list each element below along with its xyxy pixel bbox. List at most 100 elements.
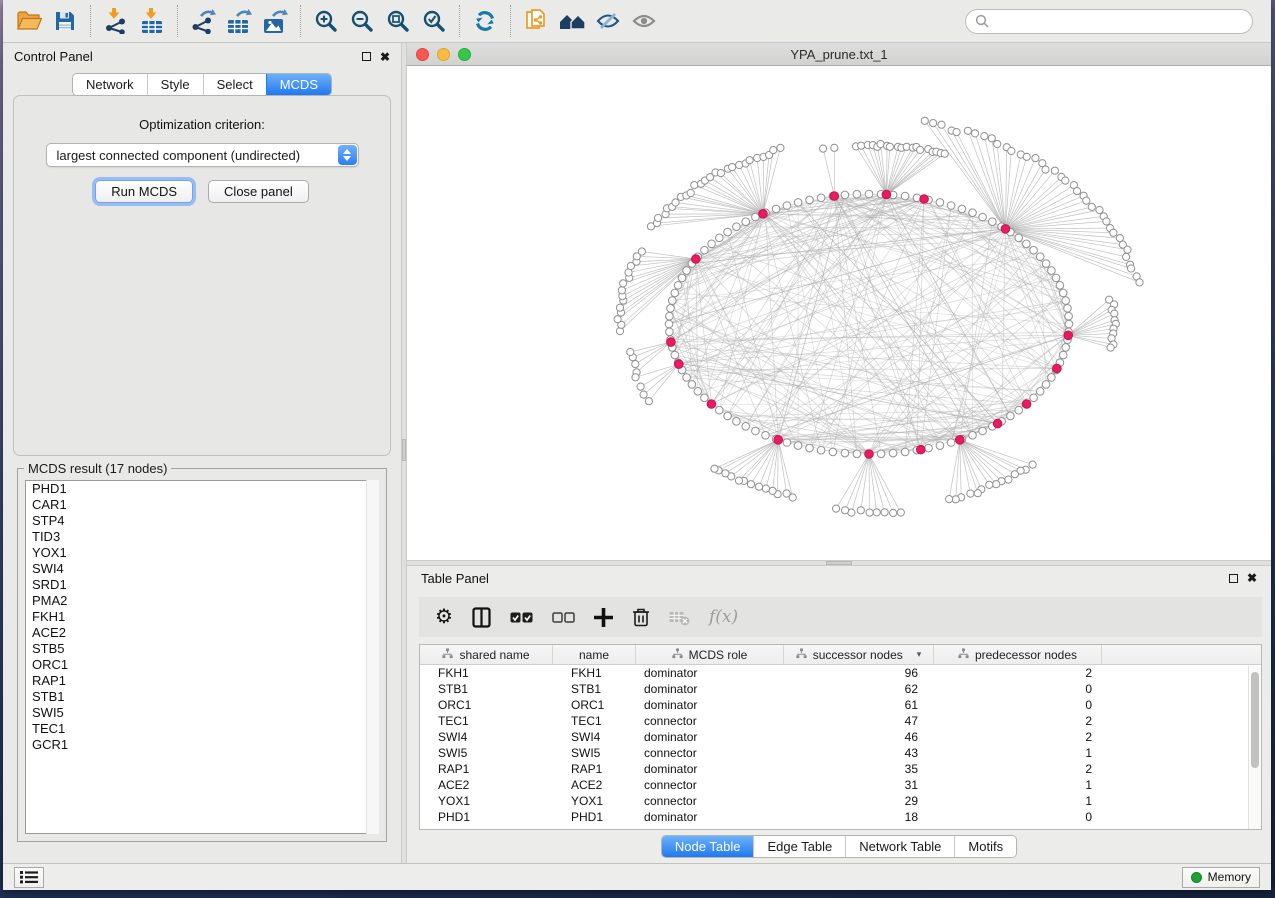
column-type-icon (672, 648, 683, 662)
cell-predecessor-nodes: 0 (934, 810, 1102, 824)
toolbar-separator (510, 5, 511, 37)
mcds-result-item[interactable]: CAR1 (26, 497, 378, 513)
criterion-selected-value: largest connected component (undirected) (57, 148, 301, 163)
zoom-in-button[interactable] (308, 3, 344, 39)
table-row[interactable]: PHD1PHD1dominator180 (420, 809, 1261, 825)
table-row[interactable]: YOX1YOX1connector291 (420, 793, 1261, 809)
table-settings-gear-icon[interactable]: ⚙ (435, 607, 453, 627)
tab-edge-table[interactable]: Edge Table (753, 836, 845, 857)
table-row[interactable]: FKH1FKH1dominator962 (420, 665, 1261, 681)
import-network-icon (103, 8, 129, 34)
table-row[interactable]: SWI4SWI4dominator462 (420, 729, 1261, 745)
task-list-icon (20, 870, 38, 884)
mcds-result-item[interactable]: YOX1 (26, 545, 378, 561)
column-header-MCDS-role[interactable]: MCDS role (636, 645, 784, 664)
save-session-button[interactable] (47, 3, 83, 39)
cell-predecessor-nodes: 2 (934, 666, 1102, 680)
float-panel-icon[interactable] (1229, 574, 1238, 583)
zoom-selected-button[interactable] (416, 3, 452, 39)
select-all-checkboxes-icon[interactable] (510, 611, 533, 624)
table-row[interactable]: STB1STB1dominator620 (420, 681, 1261, 697)
table-row[interactable]: ACE2ACE2connector311 (420, 777, 1261, 793)
float-panel-icon[interactable] (362, 52, 371, 61)
mcds-result-item[interactable]: SRD1 (26, 577, 378, 593)
network-canvas[interactable] (407, 66, 1271, 560)
mcds-result-item[interactable]: SWI5 (26, 705, 378, 721)
open-folder-button[interactable] (11, 3, 47, 39)
mcds-result-item[interactable]: TID3 (26, 529, 378, 545)
close-panel-icon[interactable]: ✖ (380, 51, 390, 63)
optimization-criterion-select[interactable]: largest connected component (undirected) (46, 143, 359, 167)
cell-successor-nodes: 46 (784, 730, 934, 744)
tab-style[interactable]: Style (147, 74, 203, 95)
column-header-successor-nodes[interactable]: successor nodes▾ (784, 645, 934, 664)
mcds-result-item[interactable]: SWI4 (26, 561, 378, 577)
close-panel-button[interactable]: Close panel (208, 180, 309, 203)
mcds-result-item[interactable]: PMA2 (26, 593, 378, 609)
deselect-all-checkboxes-icon[interactable] (552, 611, 575, 624)
table-row[interactable]: SWI5SWI5connector431 (420, 745, 1261, 761)
memory-button-label: Memory (1208, 870, 1251, 884)
mcds-result-item[interactable]: ACE2 (26, 625, 378, 641)
cell-predecessor-nodes: 1 (934, 746, 1102, 760)
add-column-icon[interactable] (594, 608, 613, 627)
mcds-result-item[interactable]: ORC1 (26, 657, 378, 673)
table-scrollbar[interactable] (1248, 666, 1261, 829)
tab-mcds[interactable]: MCDS (266, 74, 331, 95)
node-table[interactable]: shared namenameMCDS rolesuccessor nodes▾… (419, 644, 1262, 830)
tab-node-table[interactable]: Node Table (662, 836, 754, 857)
column-header-predecessor-nodes[interactable]: predecessor nodes (934, 645, 1102, 664)
mcds-list-scrollbar[interactable] (366, 480, 379, 834)
mcds-result-item[interactable]: STB1 (26, 689, 378, 705)
memory-button[interactable]: Memory (1182, 867, 1260, 888)
column-view-icon[interactable] (472, 607, 491, 628)
import-table-button[interactable] (134, 3, 170, 39)
splitter-grab-handle[interactable] (402, 439, 406, 461)
export-network-button[interactable] (185, 3, 221, 39)
mcds-result-item[interactable]: TEC1 (26, 721, 378, 737)
splitter-grab-handle[interactable] (826, 561, 852, 565)
close-panel-icon[interactable]: ✖ (1247, 572, 1257, 584)
tab-network-table[interactable]: Network Table (845, 836, 954, 857)
column-header-name[interactable]: name (553, 645, 636, 664)
cell-shared-name: SWI4 (420, 730, 553, 744)
tab-motifs[interactable]: Motifs (954, 836, 1016, 857)
search-input[interactable] (994, 14, 1243, 28)
search-box[interactable] (965, 9, 1253, 34)
cell-predecessor-nodes: 0 (934, 682, 1102, 696)
horizontal-splitter[interactable] (407, 560, 1271, 566)
export-table-button[interactable] (221, 3, 257, 39)
run-mcds-button[interactable]: Run MCDS (95, 180, 193, 203)
column-header-shared-name[interactable]: shared name (420, 645, 553, 664)
table-row[interactable]: ORC1ORC1dominator610 (420, 697, 1261, 713)
network-graph-svg[interactable] (407, 66, 1269, 560)
task-history-button[interactable] (14, 867, 44, 888)
table-row[interactable]: RAP1RAP1dominator352 (420, 761, 1261, 777)
show-all-button[interactable] (626, 3, 662, 39)
cell-successor-nodes: 29 (784, 794, 934, 808)
zoom-fit-button[interactable] (380, 3, 416, 39)
hide-selected-button[interactable] (590, 3, 626, 39)
mcds-result-item[interactable]: PHD1 (26, 481, 378, 497)
zoom-out-icon (350, 9, 374, 33)
refresh-view-button[interactable] (467, 3, 503, 39)
mcds-result-item[interactable]: STP4 (26, 513, 378, 529)
tab-select[interactable]: Select (203, 74, 266, 95)
cell-mcds-role: dominator (636, 666, 784, 680)
import-network-button[interactable] (98, 3, 134, 39)
duplicate-network-button[interactable] (518, 3, 554, 39)
export-image-button[interactable] (257, 3, 293, 39)
mcds-result-item[interactable]: GCR1 (26, 737, 378, 753)
mcds-result-item[interactable]: RAP1 (26, 673, 378, 689)
cell-mcds-role: dominator (636, 810, 784, 824)
tab-network[interactable]: Network (73, 74, 147, 95)
first-neighbors-button[interactable] (554, 3, 590, 39)
zoom-out-button[interactable] (344, 3, 380, 39)
table-row[interactable]: TEC1TEC1connector472 (420, 713, 1261, 729)
mcds-result-item[interactable]: STB5 (26, 641, 378, 657)
network-window-titlebar: YPA_prune.txt_1 (407, 43, 1271, 66)
cell-name: SWI4 (553, 730, 636, 744)
mcds-result-item[interactable]: FKH1 (26, 609, 378, 625)
delete-column-trash-icon[interactable] (632, 607, 650, 627)
scrollbar-thumb[interactable] (1251, 672, 1259, 768)
